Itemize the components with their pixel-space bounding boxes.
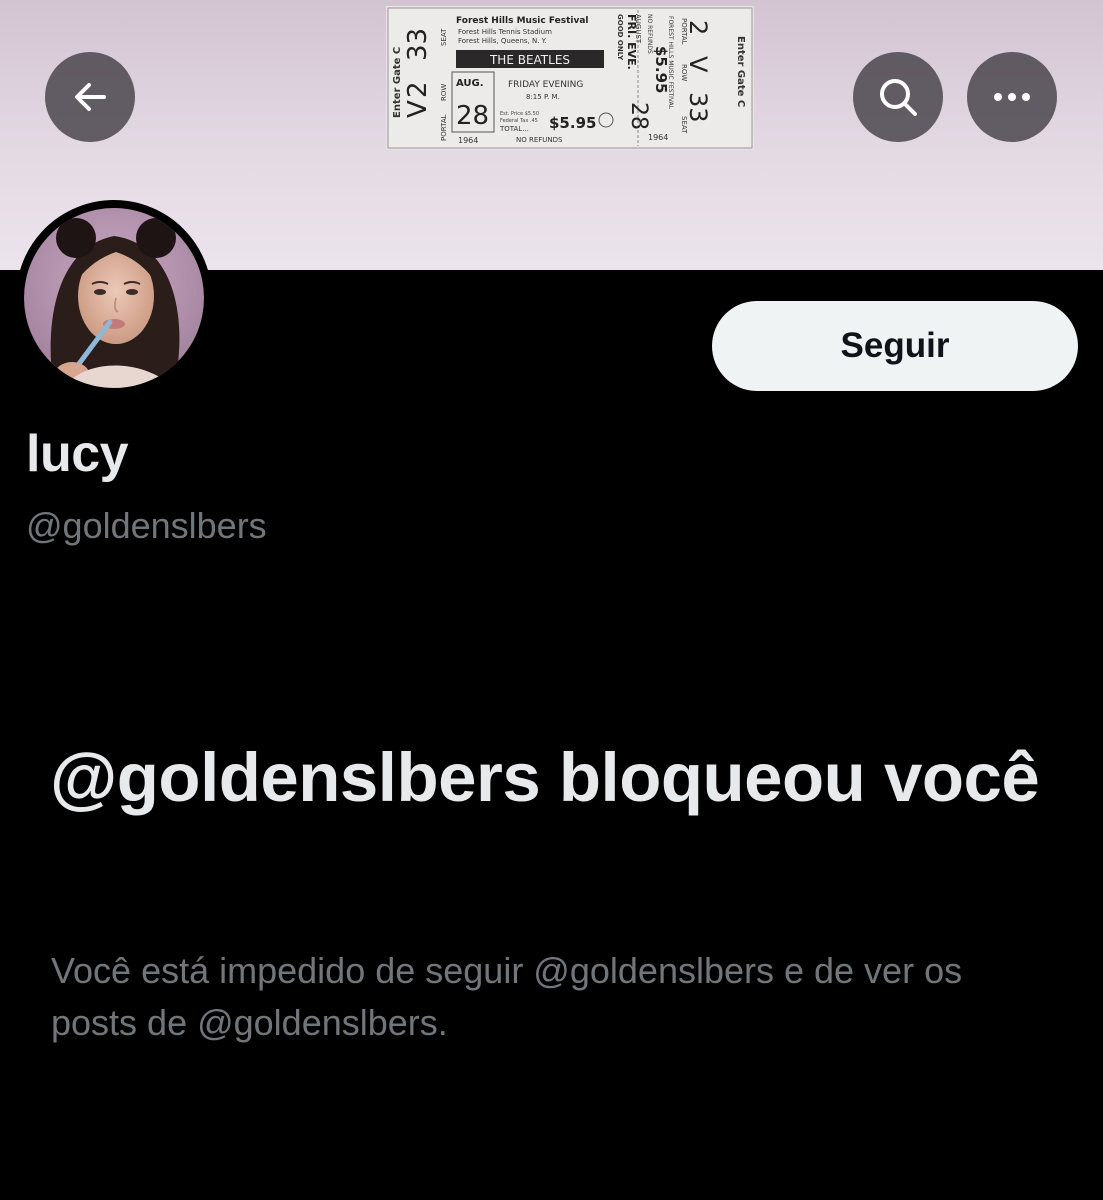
svg-text:1964: 1964: [648, 133, 668, 142]
svg-text:NO REFUNDS: NO REFUNDS: [646, 14, 653, 54]
svg-text:THE BEATLES: THE BEATLES: [489, 53, 570, 67]
svg-text:1964: 1964: [458, 136, 478, 145]
search-icon: [880, 79, 917, 116]
svg-text:GOOD ONLY: GOOD ONLY: [616, 14, 624, 61]
blocked-notice-description: Você está impedido de seguir @goldenslbe…: [51, 950, 963, 1043]
profile-handle: @goldenslbers: [26, 505, 267, 546]
svg-text:33: 33: [403, 28, 433, 61]
svg-text:TOTAL...: TOTAL...: [499, 125, 529, 133]
arrow-left-icon: [75, 83, 106, 111]
svg-text:Federal Tax .45: Federal Tax .45: [500, 118, 538, 124]
back-button[interactable]: [45, 52, 135, 142]
svg-text:V: V: [403, 100, 433, 118]
avatar[interactable]: [24, 208, 204, 388]
svg-text:Forest Hills Tennis Stadium: Forest Hills Tennis Stadium: [458, 28, 552, 36]
svg-text:Forest Hills Music Festival: Forest Hills Music Festival: [456, 16, 589, 26]
profile-display-name: lucy: [26, 425, 129, 483]
svg-text:Forest Hills, Queens, N. Y.: Forest Hills, Queens, N. Y.: [458, 37, 547, 45]
svg-text:8:15 P. M.: 8:15 P. M.: [526, 93, 560, 101]
search-button[interactable]: [853, 52, 943, 142]
blocked-notice-title: @goldenslbers bloqueou você: [50, 739, 1040, 816]
svg-text:2: 2: [403, 81, 433, 98]
follow-button-label: Seguir: [840, 326, 950, 365]
follow-button[interactable]: Seguir: [712, 301, 1078, 391]
svg-text:Est. Price $5.50: Est. Price $5.50: [500, 111, 539, 117]
svg-text:$5.95: $5.95: [549, 114, 596, 132]
svg-text:28: 28: [456, 101, 489, 131]
svg-text:Enter Gate C: Enter Gate C: [392, 47, 403, 118]
more-dots-icon: [994, 93, 1030, 101]
svg-text:FOREST HILLS MUSIC FESTIVAL: FOREST HILLS MUSIC FESTIVAL: [667, 16, 674, 110]
svg-text:33: 33: [684, 92, 712, 123]
svg-text:SEAT: SEAT: [440, 28, 448, 46]
svg-text:28: 28: [626, 102, 651, 130]
svg-text:V: V: [684, 56, 712, 73]
more-options-button[interactable]: [967, 52, 1057, 142]
svg-text:AUGUST: AUGUST: [634, 14, 642, 44]
svg-text:2: 2: [684, 20, 712, 35]
banner-ticket-image: Enter Gate C 2 33 V PORTAL ROW SEAT Fore…: [386, 6, 754, 150]
svg-text:PORTAL: PORTAL: [440, 114, 448, 141]
svg-text:NO REFUNDS: NO REFUNDS: [516, 136, 563, 144]
svg-text:AUG.: AUG.: [456, 78, 484, 89]
avatar-frame[interactable]: [16, 200, 212, 396]
svg-text:Enter Gate C: Enter Gate C: [735, 36, 746, 107]
svg-text:FRIDAY EVENING: FRIDAY EVENING: [508, 80, 583, 90]
svg-text:ROW: ROW: [440, 84, 448, 101]
